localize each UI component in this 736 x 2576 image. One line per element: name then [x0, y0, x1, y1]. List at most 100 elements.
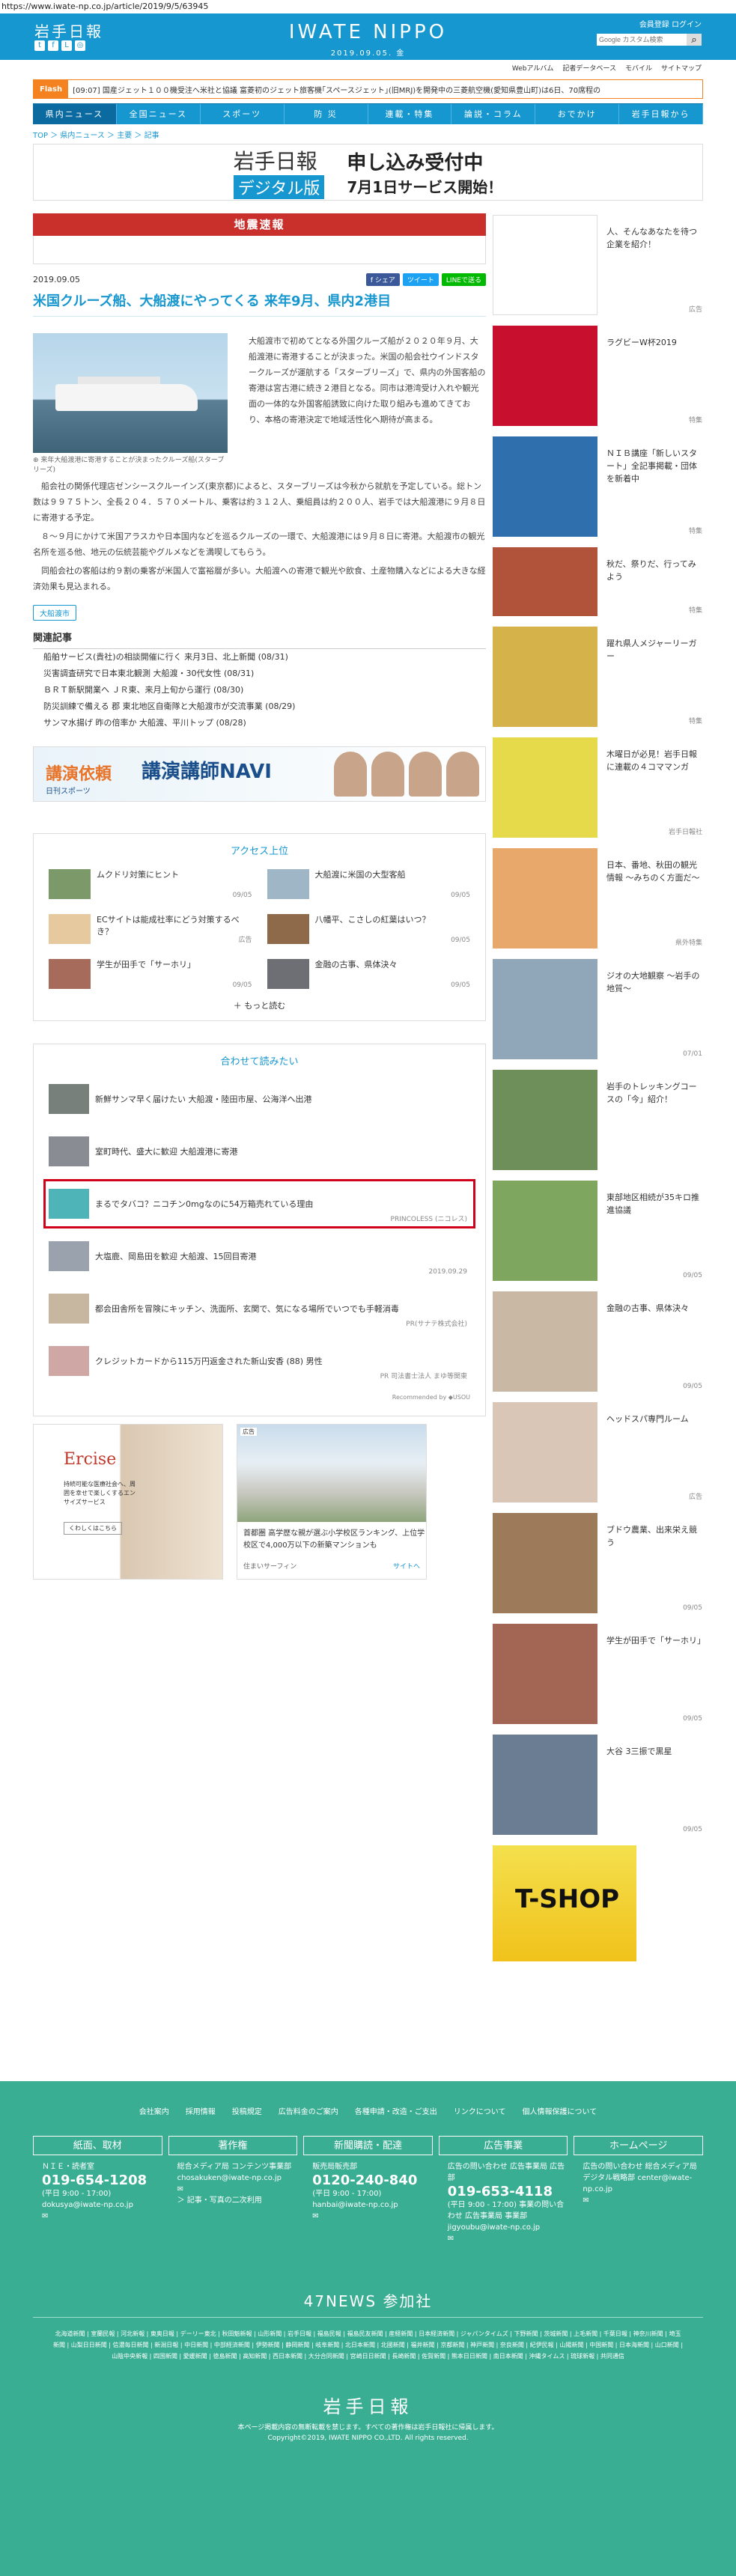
subnav-item[interactable]: Webアルバム	[512, 63, 554, 73]
subnav-item[interactable]: サイトマップ	[661, 63, 702, 73]
side-item[interactable]: ヘッドスパ専門ルーム 広告	[493, 1402, 702, 1502]
ad-text: 日刊スポーツ	[46, 788, 91, 796]
nav-item-national[interactable]: 全国ニュース	[117, 104, 201, 124]
related-link[interactable]: 船舶サービス(貴社)の相談開催に行く 来月3日、北上新聞 (08/31)	[33, 649, 486, 666]
quake-alert-header[interactable]: 地震速報	[33, 213, 486, 236]
recommend-item[interactable]: 室町時代、盛大に歓迎 大船渡港に寄港	[49, 1132, 470, 1171]
tshop-ad[interactable]: T-SHOP	[493, 1845, 636, 1961]
header-date: 2019.09.05. 金	[330, 49, 406, 58]
ranking-item[interactable]: 学生が田手で「サーホリ」 09/05	[49, 959, 252, 989]
nav-item-features[interactable]: 連載・特集	[368, 104, 452, 124]
article-paragraph: 大船渡市で初めてとなる外国クルーズ船が２０２０年９月、大船渡港に寄港することが決…	[249, 336, 486, 424]
side-item[interactable]: 人、そんなあなたを待つ企業を紹介！ 広告	[493, 215, 702, 315]
flash-text[interactable]: [09:07] 国産ジェット１００機受注へ米社と協議 富菱初のジェット旅客機｢ス…	[73, 84, 600, 95]
recommend-item[interactable]: 都会田舎所を冒険にキッチン、洗面所、玄関で、気になる場所でいつでも手軽消毒 PR(…	[49, 1289, 470, 1328]
recommend-item[interactable]: 大塩鹿、岡島田を歓迎 大船渡、15回目寄港 2019.09.29	[49, 1237, 470, 1276]
side-item[interactable]: 金融の古事、県体決々 09/05	[493, 1291, 702, 1392]
nav-item-from-nippo[interactable]: 岩手日報から	[619, 104, 703, 124]
footer-link[interactable]: 投稿規定	[232, 2105, 262, 2116]
zoom-icon: ⊕	[33, 457, 39, 464]
phone-number[interactable]: 019-654-1208	[33, 2172, 162, 2188]
mail-icon[interactable]: ✉	[574, 2195, 703, 2206]
facebook-share-button[interactable]: f シェア	[365, 273, 400, 286]
powered-by[interactable]: Recommended by ◆USOU	[49, 1394, 470, 1401]
47news-title[interactable]: 47NEWS 参加社	[0, 2289, 736, 2311]
article-date: 2019.09.05	[33, 275, 80, 284]
related-link[interactable]: 災害調査研究で日本東北観測 大船渡・30代女性 (08/31)	[33, 666, 486, 682]
footer-link[interactable]: 採用情報	[186, 2105, 216, 2116]
article-photo[interactable]: ⊕ 来年大船渡港に寄港することが決まったクルーズ船(スターブリーズ)	[33, 333, 228, 475]
side-item[interactable]: 躍れ県人メジャーリーガー 特集	[493, 627, 702, 727]
side-item[interactable]: ＮＩＢ講座「新しいスタート」全記事掲載・団体を新着中 特集	[493, 436, 702, 537]
share-buttons: f シェア ツイート LINEで送る	[365, 273, 486, 286]
search-button[interactable]: ⌕	[687, 34, 702, 46]
side-item[interactable]: 秋だ、祭りだ、行ってみよう 特集	[493, 547, 702, 616]
bottom-ads: Ercise 持続可能な医療社会へ、周囲を幸せで楽しくするエンサイズサービス く…	[33, 1424, 486, 1580]
footer-link[interactable]: 各種申請・改造・ご支出	[355, 2105, 437, 2116]
nav-item-sports[interactable]: スポーツ	[201, 104, 285, 124]
phone-number[interactable]: 019-653-4118	[439, 2184, 568, 2199]
side-item[interactable]: 大谷 3三振で黒星 09/05	[493, 1735, 702, 1835]
subnav-item[interactable]: 記者データベース	[562, 63, 616, 73]
search-input[interactable]	[597, 34, 687, 46]
side-item[interactable]: 木曜日が必見！岩手日報に連載の４コママンガ 岩手日報社	[493, 737, 702, 838]
ad-link[interactable]: サイトへ	[393, 1561, 420, 1571]
recommend-item[interactable]: 新鮮サンマ早く届けたい 大船渡・陸田市屋、公海洋へ出港	[49, 1080, 470, 1118]
lecture-navi-ad[interactable]: 講演依頼 講演講師NAVI 日刊スポーツ	[33, 746, 486, 802]
side-item[interactable]: ラグビーW杯2019 特集	[493, 326, 702, 426]
address-bar[interactable]: https://www.iwate-np.co.jp/article/2019/…	[0, 0, 736, 13]
subnav-item[interactable]: モバイル	[625, 63, 652, 73]
mail-icon[interactable]: ✉	[33, 2211, 162, 2222]
side-item[interactable]: 日本、番地、秋田の観光情報 ～みちのく方面だ～ 県外特集	[493, 848, 702, 949]
cruise-ship-image[interactable]	[33, 333, 228, 453]
breadcrumb[interactable]: TOP ＞ 県内ニュース ＞ 主要 ＞ 記事	[33, 129, 703, 140]
side-item[interactable]: ブドウ農業、出来栄え競う 09/05	[493, 1513, 702, 1613]
phone-number[interactable]: 0120-240-840	[303, 2172, 433, 2188]
nav-item-disaster[interactable]: 防 災	[285, 104, 368, 124]
ercise-ad[interactable]: Ercise 持続可能な医療社会へ、周囲を幸せで楽しくするエンサイズサービス く…	[33, 1424, 223, 1580]
side-item[interactable]: 学生が田手で「サーホリ」 09/05	[493, 1624, 705, 1724]
footer-link[interactable]: 広告料金のご案内	[279, 2105, 338, 2116]
housing-ad[interactable]: 広告 首都圏 高学歴な親が選ぶ小学校区ランキング、上位学校区で4,000万以下の…	[237, 1424, 427, 1580]
ranking-item[interactable]: ECサイトは能成社率にどう対策するべき？ 広告	[49, 914, 252, 944]
related-link[interactable]: サンマ水揚げ 昨の倍率か 大船渡、平川トップ (08/28)	[33, 715, 486, 731]
side-item[interactable]: 岩手のトレッキングコースの「今」紹介！	[493, 1070, 702, 1170]
flash-news[interactable]: Flash [09:07] 国産ジェット１００機受注へ米社と協議 富菱初のジェッ…	[33, 79, 703, 99]
digital-edition-banner[interactable]: 岩手日報 デジタル版 申し込み受付中 7月1日サービス開始！	[33, 144, 703, 201]
ranking-item[interactable]: ムクドリ対策にヒント 09/05	[49, 869, 252, 899]
mail-icon[interactable]: ✉	[168, 2184, 298, 2195]
footer-link[interactable]: リンクについて	[454, 2105, 506, 2116]
sub-nav: Webアルバム 記者データベース モバイル サイトマップ	[0, 60, 736, 75]
side-item[interactable]: ジオの大地観察 ～岩手の地質～ 07/01	[493, 959, 702, 1059]
partner-list[interactable]: 北海道新聞 | 室蘭民報 | 河北新報 | 東奥日報 | デーリー東北 | 秋田…	[52, 2328, 684, 2362]
nav-item-outing[interactable]: おでかけ	[535, 104, 620, 124]
more-button[interactable]: ＋ もっと読む	[49, 999, 470, 1011]
ad-text: 講演講師NAVI	[142, 761, 272, 783]
mail-icon[interactable]: ✉	[303, 2211, 433, 2222]
footer-link[interactable]: 個人情報保護について	[523, 2105, 597, 2116]
footer-logo[interactable]: 岩手日報	[0, 2392, 736, 2418]
recommend-item[interactable]: クレジットカードから115万円返金された新山安香 (88) 男性 PR 司法書士法…	[49, 1342, 470, 1380]
ranking-item[interactable]: 大船渡に米国の大型客船 09/05	[267, 869, 470, 899]
recommend-item-highlighted[interactable]: まるでタバコ？ニコチン0mgなのに54万箱売れている理由 PRINCOLESS (…	[43, 1179, 475, 1228]
related-link[interactable]: 防災訓練で備える 郡 東北地区自衛隊と大船渡市が交流事業 (08/29)	[33, 698, 486, 715]
side-item[interactable]: 東部地区相続が35キロ推進協議 09/05	[493, 1181, 702, 1281]
ad-label: 広告	[240, 1428, 257, 1436]
footer-link[interactable]: ＞ 記事・写真の二次利用	[168, 2195, 298, 2206]
site-header: 岩手日報 t f L ◎ IWATE NIPPO 2019.09.05. 金 会…	[0, 13, 736, 60]
line-share-button[interactable]: LINEで送る	[441, 273, 486, 286]
ad-button[interactable]: くわしくはこちら	[64, 1522, 122, 1535]
footer-link[interactable]: 会社案内	[139, 2105, 169, 2116]
nav-item-columns[interactable]: 論説・コラム	[451, 104, 536, 124]
tweet-button[interactable]: ツイート	[402, 273, 439, 286]
ranking-item[interactable]: 八幡平、こさしの紅葉はいつ？ 09/05	[267, 914, 470, 944]
mail-icon[interactable]: ✉	[439, 2233, 568, 2244]
main-nav: 県内ニュース 全国ニュース スポーツ 防 災 連載・特集 論説・コラム おでかけ…	[33, 103, 703, 124]
contact-column: 紙面、取材 ＮＩＥ・読者室 019-654-1208 (平日 9:00 - 17:00…	[33, 2136, 162, 2244]
article-tag[interactable]: 大船渡市	[33, 605, 76, 621]
ad-title: Ercise	[64, 1450, 117, 1469]
ranking-item[interactable]: 金融の古事、県体決々 09/05	[267, 959, 470, 989]
login-link[interactable]: 会員登録 ログイン	[597, 18, 702, 29]
related-link[interactable]: ＢＲＴ新駅開業へ ＪＲ東、来月上旬から運行 (08/30)	[33, 682, 486, 698]
nav-item-local[interactable]: 県内ニュース	[33, 104, 117, 124]
